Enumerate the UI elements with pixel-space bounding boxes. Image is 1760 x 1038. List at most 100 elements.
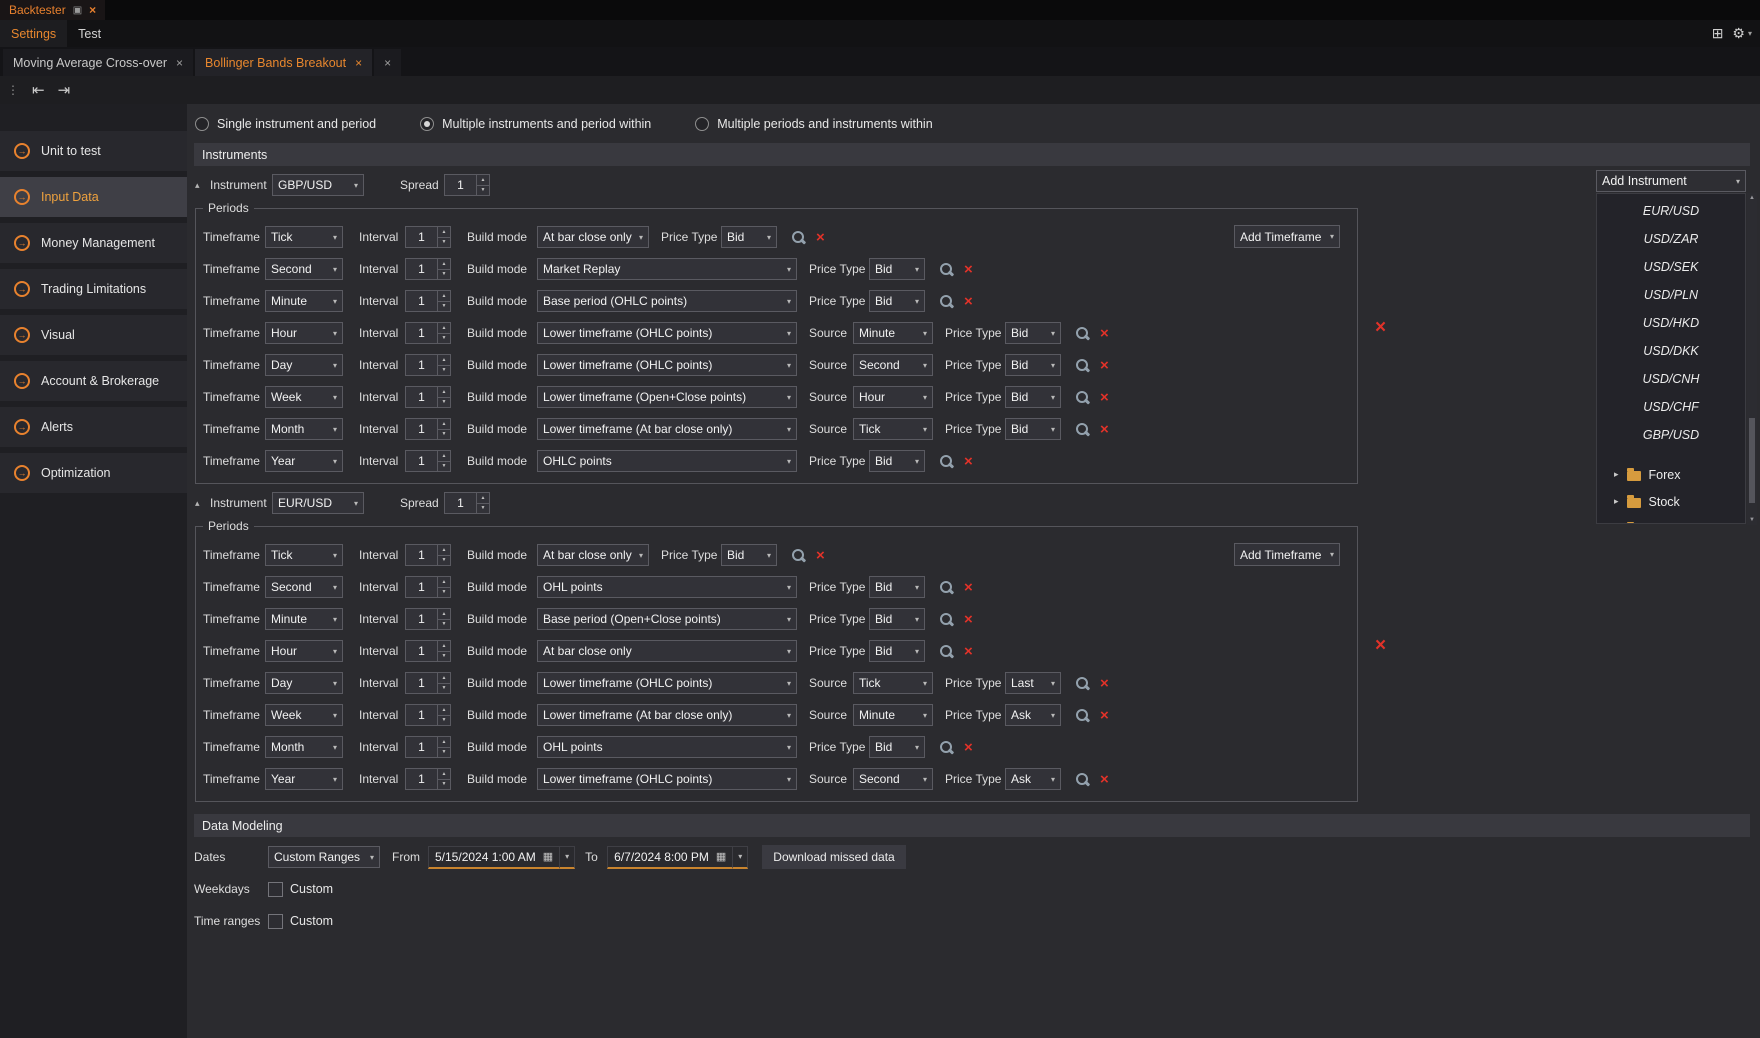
remove-timeframe-icon[interactable]: × xyxy=(964,454,973,469)
scroll-up-icon[interactable]: ▲ xyxy=(1749,195,1755,201)
spin-down-icon[interactable]: ▼ xyxy=(438,366,450,376)
spin-up-icon[interactable]: ▲ xyxy=(438,355,450,366)
magnifier-icon[interactable] xyxy=(791,548,806,563)
close-tab-icon[interactable]: × xyxy=(355,56,362,70)
magnifier-icon[interactable] xyxy=(939,454,954,469)
magnifier-icon[interactable] xyxy=(1075,326,1090,341)
interval-input[interactable]: 1▲▼ xyxy=(405,418,451,440)
build-mode-select[interactable]: Lower timeframe (OHLC points)▾ xyxy=(537,322,797,344)
collapse-icon[interactable]: ▴ xyxy=(195,180,210,191)
scroll-down-icon[interactable]: ▼ xyxy=(1749,517,1755,523)
price-type-select[interactable]: Bid▾ xyxy=(869,736,925,758)
source-select[interactable]: Hour▾ xyxy=(853,386,933,408)
group-stock[interactable]: ▸Stock xyxy=(1597,488,1745,515)
build-mode-select[interactable]: OHLC points▾ xyxy=(537,450,797,472)
collapse-icon[interactable]: ▴ xyxy=(195,498,210,509)
group-forex[interactable]: ▸Forex xyxy=(1597,461,1745,488)
magnifier-icon[interactable] xyxy=(1075,390,1090,405)
tab-settings[interactable]: Settings xyxy=(0,20,67,47)
add-instrument-button[interactable]: Add Instrument▾ xyxy=(1596,170,1746,192)
spin-up-icon[interactable]: ▲ xyxy=(438,387,450,398)
instrument-list-item[interactable]: USD/CHF xyxy=(1597,393,1745,421)
spin-up-icon[interactable]: ▲ xyxy=(438,769,450,780)
tab-test[interactable]: Test xyxy=(67,20,112,47)
spin-up-icon[interactable]: ▲ xyxy=(438,545,450,556)
price-type-select[interactable]: Bid▾ xyxy=(1005,418,1061,440)
build-mode-select[interactable]: At bar close only▾ xyxy=(537,640,797,662)
add-timeframe-button[interactable]: Add Timeframe▾ xyxy=(1234,543,1340,566)
scrollbar[interactable]: ▲ ▼ xyxy=(1747,193,1757,525)
timeframe-select[interactable]: Tick▾ xyxy=(265,544,343,566)
spin-up-icon[interactable]: ▲ xyxy=(438,737,450,748)
spin-down-icon[interactable]: ▼ xyxy=(438,684,450,694)
interval-input[interactable]: 1▲▼ xyxy=(405,290,451,312)
timeframe-select[interactable]: Second▾ xyxy=(265,576,343,598)
interval-input[interactable]: 1▲▼ xyxy=(405,544,451,566)
sidebar-item-unit-to-test[interactable]: →Unit to test xyxy=(0,131,187,171)
sidebar-item-trading-limitations[interactable]: →Trading Limitations xyxy=(0,269,187,309)
source-select[interactable]: Second▾ xyxy=(853,354,933,376)
remove-timeframe-icon[interactable]: × xyxy=(1100,326,1109,341)
source-select[interactable]: Tick▾ xyxy=(853,418,933,440)
settings-gear-group[interactable]: ⚙ ▾ xyxy=(1732,25,1752,42)
spin-down-icon[interactable]: ▼ xyxy=(438,780,450,790)
spin-up-icon[interactable]: ▲ xyxy=(438,609,450,620)
timeframe-select[interactable]: Year▾ xyxy=(265,768,343,790)
spin-down-icon[interactable]: ▼ xyxy=(438,270,450,280)
interval-input[interactable]: 1▲▼ xyxy=(405,768,451,790)
expander-icon[interactable]: ▸ xyxy=(1614,469,1619,480)
interval-input[interactable]: 1▲▼ xyxy=(405,258,451,280)
timeframe-select[interactable]: Day▾ xyxy=(265,354,343,376)
price-type-select[interactable]: Bid▾ xyxy=(721,226,777,248)
remove-timeframe-icon[interactable]: × xyxy=(964,644,973,659)
expander-icon[interactable]: ▸ xyxy=(1614,496,1619,507)
price-type-select[interactable]: Bid▾ xyxy=(869,450,925,472)
build-mode-select[interactable]: Lower timeframe (At bar close only)▾ xyxy=(537,418,797,440)
remove-timeframe-icon[interactable]: × xyxy=(964,294,973,309)
sidebar-item-optimization[interactable]: →Optimization xyxy=(0,453,187,493)
spin-up-icon[interactable]: ▲ xyxy=(438,641,450,652)
magnifier-icon[interactable] xyxy=(939,580,954,595)
remove-timeframe-icon[interactable]: × xyxy=(1100,708,1109,723)
interval-input[interactable]: 1▲▼ xyxy=(405,576,451,598)
build-mode-select[interactable]: At bar close only▾ xyxy=(537,226,649,248)
time-ranges-custom-checkbox[interactable] xyxy=(268,914,283,929)
doc-tab-empty[interactable]: × xyxy=(374,49,401,76)
timeframe-select[interactable]: Week▾ xyxy=(265,704,343,726)
instrument-list-item[interactable]: EUR/USD xyxy=(1597,197,1745,225)
interval-input[interactable]: 1▲▼ xyxy=(405,354,451,376)
source-select[interactable]: Tick▾ xyxy=(853,672,933,694)
import-settings-icon[interactable]: ⇤ xyxy=(32,81,45,99)
timeframe-select[interactable]: Year▾ xyxy=(265,450,343,472)
calendar-icon[interactable]: ▦ xyxy=(716,850,726,863)
build-mode-select[interactable]: At bar close only▾ xyxy=(537,544,649,566)
instrument-select[interactable]: EUR/USD▾ xyxy=(272,492,364,514)
spin-up-icon[interactable]: ▲ xyxy=(438,323,450,334)
spin-up-icon[interactable]: ▲ xyxy=(438,419,450,430)
magnifier-icon[interactable] xyxy=(939,262,954,277)
build-mode-select[interactable]: Market Replay▾ xyxy=(537,258,797,280)
spin-up-icon[interactable]: ▲ xyxy=(438,291,450,302)
sidebar-item-alerts[interactable]: →Alerts xyxy=(0,407,187,447)
price-type-select[interactable]: Bid▾ xyxy=(869,576,925,598)
interval-input[interactable]: 1▲▼ xyxy=(405,450,451,472)
spin-down-icon[interactable]: ▼ xyxy=(438,430,450,440)
spin-down-icon[interactable]: ▼ xyxy=(438,716,450,726)
build-mode-select[interactable]: Lower timeframe (Open+Close points)▾ xyxy=(537,386,797,408)
interval-input[interactable]: 1▲▼ xyxy=(405,704,451,726)
interval-input[interactable]: 1▲▼ xyxy=(405,608,451,630)
spin-down-icon[interactable]: ▼ xyxy=(438,588,450,598)
build-mode-select[interactable]: OHL points▾ xyxy=(537,576,797,598)
close-app-icon[interactable]: × xyxy=(89,3,96,17)
spin-down-icon[interactable]: ▼ xyxy=(438,302,450,312)
price-type-select[interactable]: Bid▾ xyxy=(869,608,925,630)
price-type-select[interactable]: Bid▾ xyxy=(869,640,925,662)
instrument-list-item[interactable]: USD/DKK xyxy=(1597,337,1745,365)
spin-down-icon[interactable]: ▼ xyxy=(438,398,450,408)
scrollbar-thumb[interactable] xyxy=(1749,418,1755,503)
sidebar-item-account-brokerage[interactable]: →Account & Brokerage xyxy=(0,361,187,401)
interval-input[interactable]: 1▲▼ xyxy=(405,640,451,662)
doc-tab-moving-average[interactable]: Moving Average Cross-over × xyxy=(3,49,193,76)
spin-up-icon[interactable]: ▲ xyxy=(438,673,450,684)
price-type-select[interactable]: Bid▾ xyxy=(1005,322,1061,344)
